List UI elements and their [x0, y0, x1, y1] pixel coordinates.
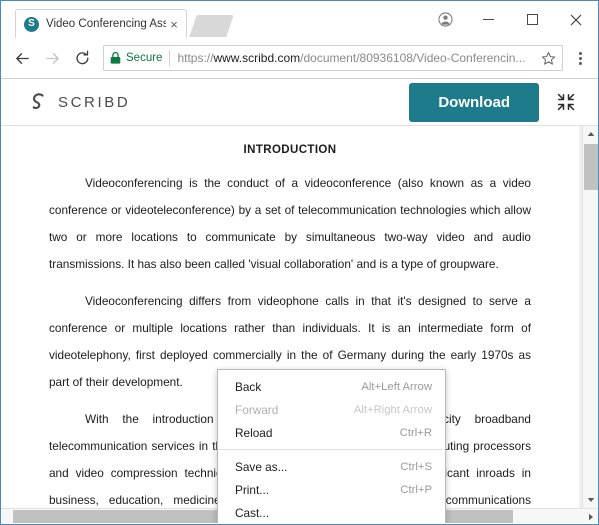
menu-item-label: Forward [235, 402, 279, 417]
download-button[interactable]: Download [409, 82, 539, 122]
scroll-up-arrow-icon[interactable] [583, 126, 598, 142]
close-icon[interactable]: × [166, 16, 182, 32]
url-host: www.scribd.com [213, 52, 301, 64]
caret-down-glyph [587, 498, 595, 502]
menu-item-save-as[interactable]: Save as... Ctrl+S [218, 455, 445, 478]
menu-item-forward: Forward Alt+Right Arrow [218, 398, 445, 421]
maximize-button[interactable] [510, 1, 554, 38]
avatar-glyph [437, 12, 453, 27]
scribd-s-logo-icon [32, 93, 44, 110]
collapse-arrows-icon[interactable] [555, 91, 577, 113]
url-text: https://www.scribd.com/document/80936108… [177, 52, 537, 64]
minimize-button[interactable] [466, 1, 510, 38]
close-window-button[interactable] [554, 1, 598, 38]
menu-item-shortcut: Ctrl+S [400, 460, 432, 473]
three-dots-icon[interactable] [568, 43, 592, 73]
menu-separator [218, 449, 445, 450]
reload-icon[interactable] [67, 43, 97, 73]
menu-item-shortcut: Alt+Left Arrow [361, 380, 432, 393]
caret-right-glyph [588, 513, 593, 520]
menu-item-label: Print... [235, 482, 270, 497]
browser-window: S Video Conferencing Assi × Secure https… [0, 0, 599, 525]
scribd-logo[interactable]: SCRIBD [29, 91, 130, 113]
profile-avatar-icon[interactable] [424, 1, 466, 38]
collapse-glyph [557, 93, 575, 111]
back-arrow-icon[interactable] [7, 43, 37, 73]
menu-item-label: Back [235, 379, 262, 394]
menu-item-label: Reload [235, 425, 273, 440]
context-menu[interactable]: Back Alt+Left Arrow Forward Alt+Right Ar… [217, 369, 446, 523]
url-scheme: https:// [177, 52, 214, 64]
browser-tab[interactable]: S Video Conferencing Assi × [15, 9, 187, 38]
document-paragraph: Videoconferencing is the conduct of a vi… [49, 176, 531, 271]
star-icon[interactable] [541, 51, 556, 66]
menu-item-cast[interactable]: Cast... [218, 501, 445, 523]
close-x-glyph [570, 14, 582, 25]
menu-item-shortcut: Alt+Right Arrow [353, 403, 432, 416]
menu-item-back[interactable]: Back Alt+Left Arrow [218, 375, 445, 398]
url-input[interactable]: Secure https://www.scribd.com/document/8… [103, 45, 563, 71]
document-viewer: INTRODUCTION Videoconferencing is the co… [1, 126, 598, 523]
header-actions: Download [409, 82, 583, 122]
site-header: SCRIBD Download [1, 79, 598, 126]
url-path: /document/80936108/Video-Conferencin... [300, 52, 526, 64]
menu-item-shortcut: Ctrl+P [400, 483, 432, 496]
lock-icon [110, 52, 121, 64]
scroll-down-arrow-icon[interactable] [583, 492, 598, 508]
scribd-favicon: S [24, 16, 39, 32]
forward-glyph [45, 52, 59, 64]
dot [578, 56, 582, 60]
forward-arrow-icon [37, 43, 67, 73]
reload-glyph [75, 50, 88, 64]
menu-item-label: Save as... [235, 459, 288, 474]
tab-strip: S Video Conferencing Assi × [1, 1, 598, 38]
menu-item-reload[interactable]: Reload Ctrl+R [218, 421, 445, 444]
vertical-scroll-thumb[interactable] [584, 144, 598, 190]
address-bar: Secure https://www.scribd.com/document/8… [1, 38, 598, 79]
scroll-right-arrow-icon[interactable] [583, 509, 598, 523]
dot [578, 51, 582, 55]
menu-item-print[interactable]: Print... Ctrl+P [218, 478, 445, 501]
back-glyph [15, 52, 29, 64]
new-tab-button[interactable] [189, 15, 234, 37]
vertical-scrollbar[interactable] [582, 126, 598, 508]
menu-item-label: Cast... [235, 505, 270, 520]
caret-up-glyph [587, 132, 595, 136]
omnibox-divider [169, 50, 171, 66]
secure-label: Secure [126, 52, 163, 64]
dot [578, 61, 582, 65]
window-controls [424, 1, 598, 38]
scribd-wordmark: SCRIBD [58, 93, 131, 111]
menu-item-shortcut: Ctrl+R [399, 426, 432, 439]
tab-title: Video Conferencing Assi [46, 18, 166, 30]
document-heading: INTRODUCTION [243, 144, 337, 156]
